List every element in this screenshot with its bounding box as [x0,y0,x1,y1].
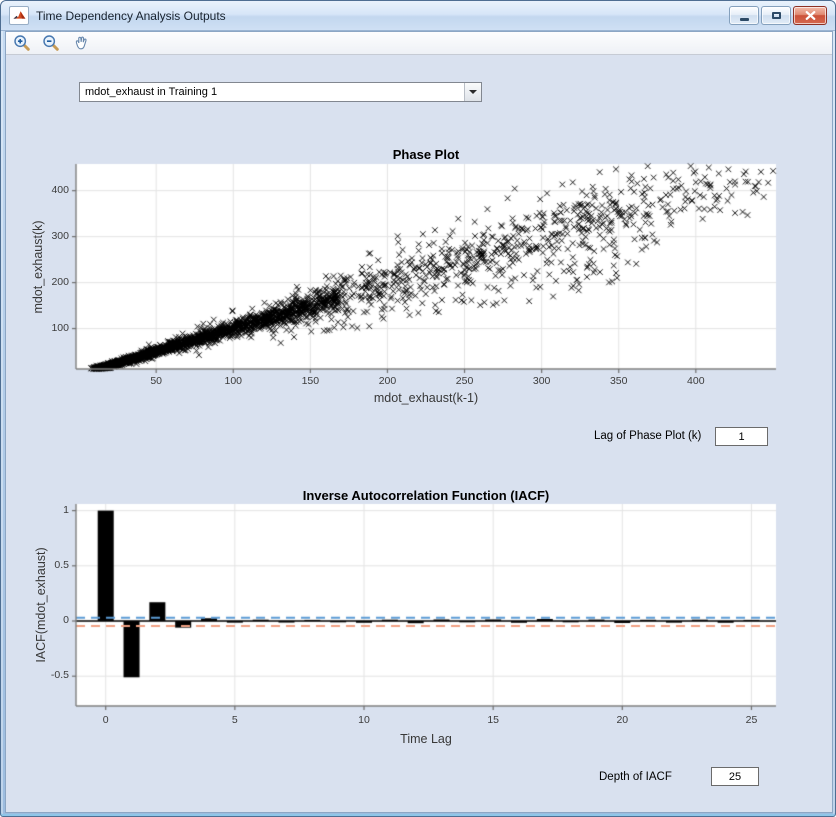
minimize-button[interactable] [729,6,759,25]
close-icon [805,11,816,20]
phase-x-tick-label: 350 [610,375,628,387]
iacf-x-tick-label: 5 [232,714,238,726]
iacf-x-tick-label: 0 [103,714,109,726]
phase-plot-canvas[interactable] [66,161,782,380]
close-button[interactable] [793,6,827,25]
iacf-y-tick-label: 0.5 [54,559,69,571]
iacf-y-axis-label: IACF(mdot_exhaust) [34,547,48,662]
iacf-plot-canvas[interactable] [66,501,782,717]
maximize-button[interactable] [761,6,791,25]
iacf-x-tick-label: 25 [746,714,758,726]
phase-y-tick-label: 100 [51,322,69,334]
maximize-icon [772,12,781,19]
phase-x-tick-label: 100 [225,375,243,387]
phase-x-tick-label: 50 [150,375,162,387]
phase-plot-title: Phase Plot [393,147,459,162]
iacf-x-axis-label: Time Lag [400,732,452,746]
minimize-icon [740,18,749,21]
figure-window: Time Dependency Analysis Outputs [0,0,836,817]
figure-toolbar [6,32,832,55]
phase-y-tick-label: 300 [51,230,69,242]
zoom-out-button[interactable] [41,34,61,53]
lag-of-phase-plot-label: Lag of Phase Plot (k) [594,430,701,442]
signal-selector-value: mdot_exhaust in Training 1 [80,86,464,98]
pan-hand-icon [71,34,89,52]
depth-of-iacf-input[interactable] [711,767,759,786]
zoom-in-icon [13,34,31,52]
phase-x-tick-label: 400 [687,375,705,387]
phase-x-tick-label: 200 [379,375,397,387]
phase-y-axis-label: mdot_exhaust(k) [31,220,45,313]
zoom-out-icon [42,34,60,52]
window-title: Time Dependency Analysis Outputs [36,9,729,23]
title-bar: Time Dependency Analysis Outputs [1,1,835,31]
phase-y-tick-label: 400 [51,184,69,196]
phase-x-tick-label: 300 [533,375,551,387]
iacf-y-tick-label: 1 [63,504,69,516]
lag-of-phase-plot-input[interactable] [715,427,768,446]
iacf-x-tick-label: 15 [487,714,499,726]
signal-selector-dropdown[interactable]: mdot_exhaust in Training 1 [79,82,482,102]
chevron-down-icon [464,83,481,101]
iacf-y-tick-label: -0.5 [51,669,69,681]
iacf-x-tick-label: 10 [358,714,370,726]
phase-x-tick-label: 150 [302,375,320,387]
iacf-y-tick-label: 0 [63,614,69,626]
iacf-x-tick-label: 20 [616,714,628,726]
zoom-in-button[interactable] [12,34,32,53]
phase-x-tick-label: 250 [456,375,474,387]
phase-y-tick-label: 200 [51,276,69,288]
window-controls [729,6,827,25]
pan-button[interactable] [70,34,90,53]
matlab-icon [9,6,29,25]
depth-of-iacf-label: Depth of IACF [599,771,672,783]
phase-x-axis-label: mdot_exhaust(k-1) [374,391,478,405]
